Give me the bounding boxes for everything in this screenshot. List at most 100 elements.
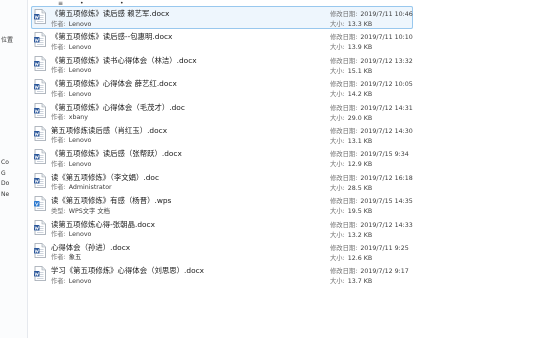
file-modified: 修改日期: 2019/7/12 9:17: [330, 266, 409, 275]
word-doc-icon: [34, 102, 46, 118]
word-doc-icon: [34, 126, 46, 141]
word-doc-icon: [34, 9, 46, 24]
file-author: 作者: 象五: [51, 252, 81, 261]
file-name: 《第五项修炼》读书心得体会（林洁）.docx: [51, 55, 197, 65]
size-value: 13.1 KB: [347, 137, 373, 145]
modified-value: 2019/7/12 10:05: [360, 81, 413, 89]
file-row[interactable]: 《第五项修炼》读后感--包惠明.docx 作者: Lenovo 修改日期: 2019/7…: [30, 29, 550, 52]
file-modified: 修改日期: 2019/7/12 14:31: [330, 103, 413, 112]
file-size: 大小: 13.3 KB: [330, 19, 372, 28]
file-sub-label: 作者:: [51, 231, 66, 239]
size-label: 大小:: [330, 208, 345, 216]
modified-value: 2019/7/12 14:30: [360, 127, 413, 135]
wps-doc-icon: [34, 196, 46, 212]
modified-value: 2019/7/15 9:34: [360, 151, 409, 159]
file-row[interactable]: 《第五项修炼》心得体会 薛艺红.docx 作者: Lenovo 修改日期: 2019/7…: [30, 76, 550, 99]
modified-label: 修改日期:: [330, 268, 358, 276]
size-label: 大小:: [330, 67, 345, 75]
file-name: 学习《第五项修炼》心得体会（刘思思）.docx: [51, 266, 205, 276]
file-row[interactable]: 心得体会（孙进）.docx 作者: 象五 修改日期: 2019/7/11 9:25 大小:…: [30, 240, 550, 263]
size-label: 大小:: [330, 254, 345, 262]
size-label: 大小:: [330, 91, 345, 99]
modified-value: 2019/7/12 13:32: [360, 57, 413, 65]
size-value: 12.9 KB: [347, 161, 373, 169]
file-list: 《第五项修炼》读后感 赖艺军.docx 作者: Lenovo 修改日期: 2019/7/…: [30, 6, 550, 287]
file-size: 大小: 12.6 KB: [330, 253, 372, 262]
file-sub-value: Lenovo: [68, 277, 92, 285]
size-value: 13.9 KB: [347, 44, 373, 52]
file-name: 读第五项修炼心得-张朝晶.docx: [51, 219, 155, 229]
file-row[interactable]: 《第五项修炼》读书心得体会（林洁）.docx 作者: Lenovo 修改日期: 2019…: [30, 53, 550, 76]
file-sub-value: xbany: [68, 114, 89, 122]
file-sub-label: 作者:: [51, 184, 66, 192]
file-sub-value: WPS文字 文档: [68, 207, 110, 215]
file-row[interactable]: 学习《第五项修炼》心得体会（刘思思）.docx 作者: Lenovo 修改日期: 201…: [30, 263, 550, 286]
modified-value: 2019/7/12 9:17: [360, 268, 409, 276]
file-sub-label: 作者:: [51, 43, 66, 51]
file-size: 大小: 14.2 KB: [330, 89, 372, 98]
file-modified: 修改日期: 2019/7/15 9:34: [330, 149, 409, 158]
nav-fragment-1[interactable]: Co: [1, 159, 9, 166]
file-modified: 修改日期: 2019/7/11 10:10: [330, 32, 413, 41]
file-sub-value: Administrator: [68, 184, 112, 192]
size-label: 大小:: [330, 44, 345, 52]
file-sub-value: Lenovo: [68, 231, 92, 239]
file-sub-value: Lenovo: [68, 20, 92, 28]
file-row[interactable]: 第五项修炼读后感（肖红玉）.docx 作者: Lenovo 修改日期: 2019/7/1…: [30, 123, 550, 146]
file-sub-label: 作者:: [51, 67, 66, 75]
file-name: 《第五项修炼》读后感 赖艺军.docx: [51, 9, 170, 18]
size-value: 13.2 KB: [347, 231, 373, 239]
file-row[interactable]: 《第五项修炼》心得体会（毛茂才）.doc 作者: xbany 修改日期: 2019/7/…: [30, 100, 550, 123]
file-modified: 修改日期: 2019/7/12 10:05: [330, 79, 413, 88]
word-doc-icon: [34, 79, 46, 95]
size-value: 14.2 KB: [347, 91, 373, 99]
file-row[interactable]: 《第五项修炼》读后感（张帮跃）.docx 作者: Lenovo 修改日期: 2019/7…: [30, 146, 550, 169]
file-modified: 修改日期: 2019/7/15 14:35: [330, 196, 413, 205]
file-size: 大小: 19.5 KB: [330, 206, 372, 215]
word-doc-icon: [34, 172, 46, 188]
modified-label: 修改日期:: [330, 127, 358, 135]
file-size: 大小: 13.7 KB: [330, 276, 372, 285]
file-size: 大小: 13.9 KB: [330, 42, 372, 51]
size-value: 19.5 KB: [347, 208, 373, 216]
file-modified: 修改日期: 2019/7/12 14:30: [330, 126, 413, 135]
file-author: 作者: Lenovo: [51, 19, 91, 28]
file-modified: 修改日期: 2019/7/12 13:32: [330, 56, 413, 65]
size-label: 大小:: [330, 278, 345, 286]
nav-fragment-location[interactable]: 位置: [1, 37, 13, 44]
size-value: 15.1 KB: [347, 67, 373, 75]
file-sub-label: 作者:: [51, 160, 66, 168]
file-name: 第五项修炼读后感（肖红玉）.docx: [51, 125, 168, 135]
nav-fragment-3[interactable]: Do: [1, 180, 9, 187]
file-row[interactable]: 读第五项修炼心得-张朝晶.docx 作者: Lenovo 修改日期: 2019/7/12…: [30, 217, 550, 240]
word-doc-icon: [34, 266, 46, 282]
file-size: 大小: 28.5 KB: [330, 183, 372, 192]
file-sub-label: 作者:: [51, 254, 66, 262]
file-sub-value: 象五: [68, 254, 82, 262]
size-value: 28.5 KB: [347, 184, 373, 192]
file-author: 作者: Lenovo: [51, 42, 91, 51]
nav-fragment-2[interactable]: G: [1, 170, 6, 177]
word-doc-icon: [34, 32, 46, 48]
file-name: 《第五项修炼》心得体会（毛茂才）.doc: [51, 102, 185, 112]
file-sub-label: 作者:: [51, 137, 66, 145]
modified-label: 修改日期:: [330, 34, 358, 42]
file-sub-label: 作者:: [51, 277, 66, 285]
file-row[interactable]: 《第五项修炼》读后感 赖艺军.docx 作者: Lenovo 修改日期: 2019/7/…: [30, 6, 550, 29]
size-label: 大小:: [330, 21, 345, 28]
file-name: 《第五项修炼》心得体会 薛艺红.docx: [51, 79, 177, 89]
navigation-pane[interactable]: 位置 Co G Do Ne: [0, 0, 28, 338]
modified-value: 2019/7/12 14:33: [360, 221, 413, 229]
file-author: 作者: Lenovo: [51, 135, 91, 144]
file-author: 作者: xbany: [51, 112, 88, 121]
modified-label: 修改日期:: [330, 221, 358, 229]
file-sub-label: 类型:: [51, 207, 66, 215]
modified-value: 2019/7/12 14:31: [360, 104, 413, 112]
modified-value: 2019/7/12 16:18: [360, 174, 413, 182]
size-label: 大小:: [330, 231, 345, 239]
modified-label: 修改日期:: [330, 11, 358, 18]
nav-fragment-4[interactable]: Ne: [1, 191, 9, 198]
file-row[interactable]: 读《第五项修炼》（李文娟）.doc 作者: Administrator 修改日期: 20…: [30, 170, 550, 193]
file-author: 作者: Lenovo: [51, 229, 91, 238]
file-row[interactable]: 读《第五项修炼》有感（杨晋）.wps 类型: WPS文字 文档 修改日期: 2019/7…: [30, 193, 550, 216]
